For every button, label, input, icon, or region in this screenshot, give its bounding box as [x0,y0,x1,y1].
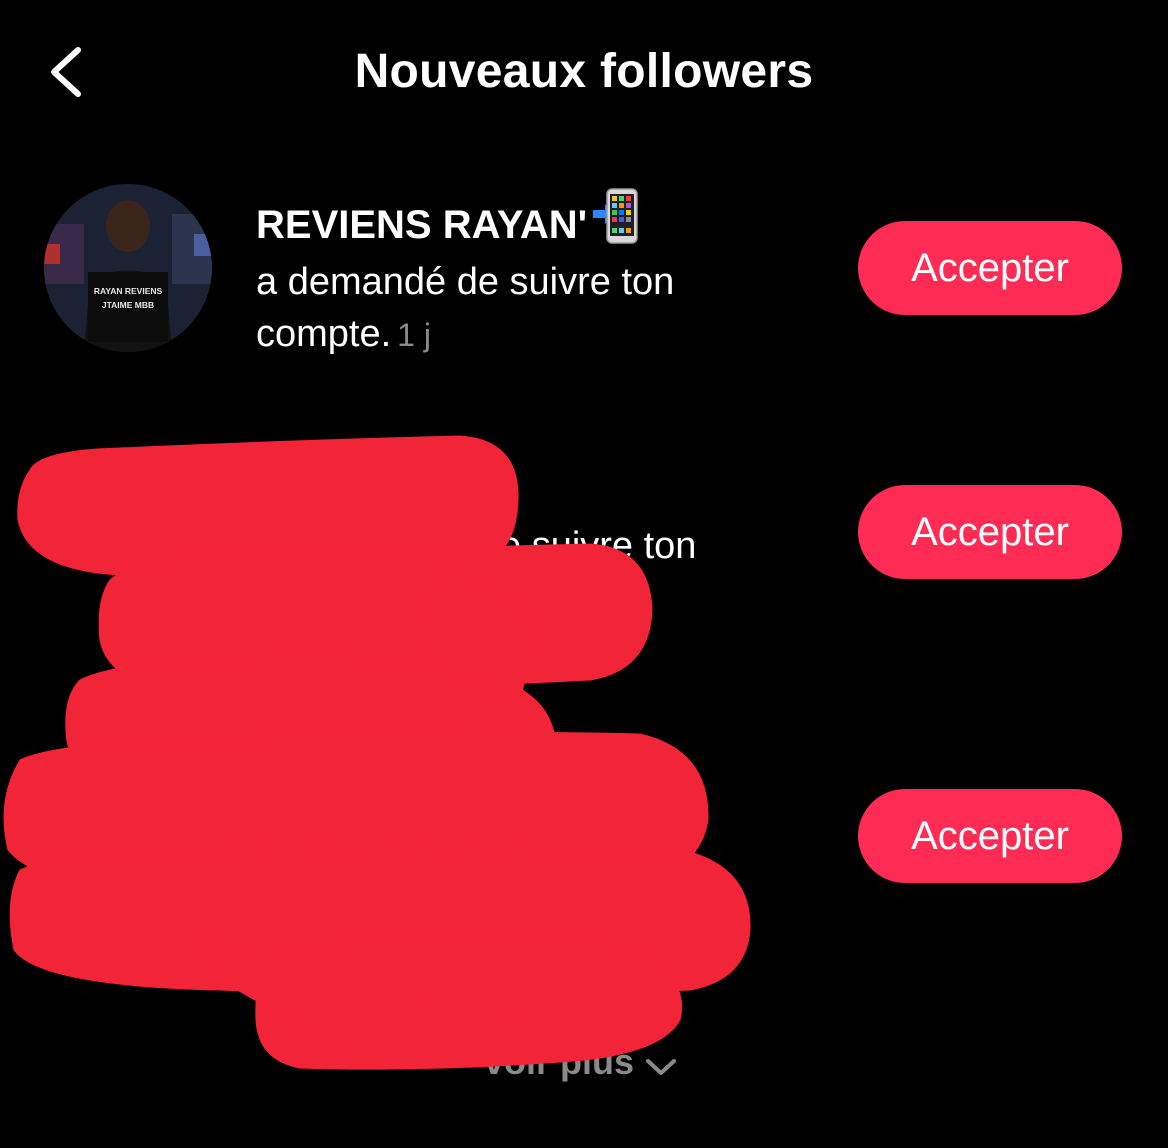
chevron-down-icon [646,1059,677,1075]
request-message: a demandé de suivre ton compte. 1 j [256,256,776,361]
timestamp: 1 j [397,317,431,353]
avatar[interactable]: RAYAN REVIENS JTAIME MBB [44,184,212,352]
accept-button[interactable]: Accepter [858,789,1122,883]
page-title: Nouveaux followers [354,45,814,98]
request-text: a demandé de suivre ton compte. [256,261,675,355]
accept-button[interactable]: Accepter [858,485,1122,579]
request-text-partial: e suivre ton [500,525,697,567]
see-more-label: voir plus [484,1041,635,1082]
username-text: REVIENS RAYAN' [256,203,588,247]
request-message: e suivre ton [500,520,800,572]
username[interactable]: REVIENS RAYAN' [256,188,641,257]
avatar-photo: RAYAN REVIENS JTAIME MBB [44,184,212,352]
see-more-button[interactable]: voir plus [484,1036,678,1088]
mobile-phone-arrow-icon [591,188,641,257]
svg-text:JTAIME MBB: JTAIME MBB [102,300,154,310]
accept-button[interactable]: Accepter [858,221,1122,315]
top-bar: Nouveaux followers [0,0,1168,140]
svg-text:RAYAN REVIENS: RAYAN REVIENS [94,286,163,296]
